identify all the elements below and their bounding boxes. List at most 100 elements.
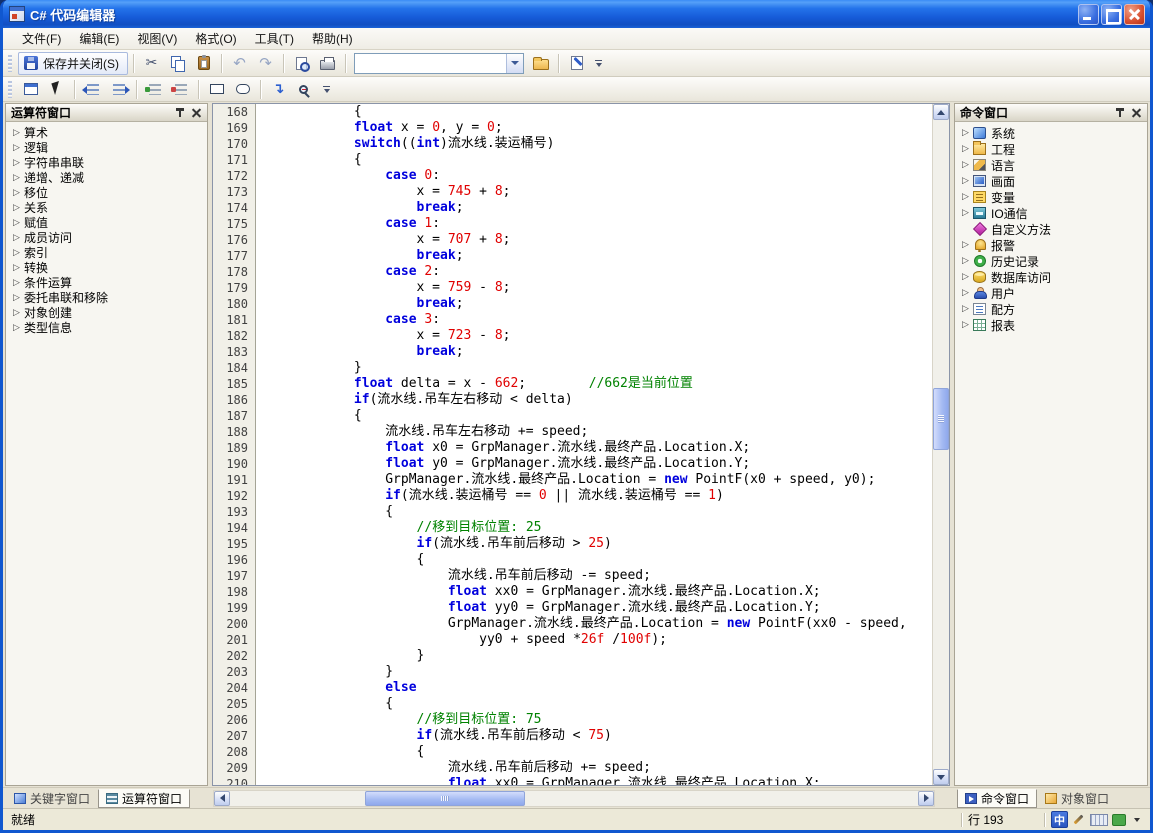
command-tree-item[interactable]: ▷变量 [955, 189, 1147, 205]
command-tree-item[interactable]: ▷报表 [955, 317, 1147, 333]
vertical-scroll-track[interactable] [933, 120, 949, 769]
expand-icon[interactable]: ▷ [11, 218, 22, 228]
operator-tree-item[interactable]: ▷对象创建 [6, 305, 207, 320]
operator-tree-item[interactable]: ▷成员访问 [6, 230, 207, 245]
expand-icon[interactable]: ▷ [960, 304, 971, 314]
zoom-button[interactable] [292, 78, 317, 101]
expand-icon[interactable]: ▷ [11, 128, 22, 138]
redo-button[interactable]: ↷ [253, 52, 278, 75]
menu-tools[interactable]: 工具(T) [246, 27, 303, 50]
expand-icon[interactable]: ▷ [11, 263, 22, 273]
operator-tree-item[interactable]: ▷转换 [6, 260, 207, 275]
pin-icon[interactable] [172, 106, 187, 120]
expand-icon[interactable]: ▷ [960, 208, 971, 218]
editor-vertical-scrollbar[interactable] [932, 104, 949, 785]
menu-help[interactable]: 帮助(H) [303, 27, 362, 50]
uncomment-button[interactable] [168, 78, 193, 101]
copy-button[interactable] [165, 52, 190, 75]
toolbar-options-button[interactable] [320, 78, 333, 100]
scroll-left-button[interactable] [214, 791, 230, 806]
expand-icon[interactable]: ▷ [960, 288, 971, 298]
expand-icon[interactable]: ▷ [960, 320, 971, 330]
code-area[interactable]: 168 {169 float x = 0, y = 0;170 switch((… [213, 104, 932, 785]
operator-tree-item[interactable]: ▷委托串联和移除 [6, 290, 207, 305]
operator-tree-item[interactable]: ▷赋值 [6, 215, 207, 230]
operator-tree-item[interactable]: ▷类型信息 [6, 320, 207, 335]
rectangle-button[interactable] [204, 78, 229, 101]
combobox-dropdown-button[interactable] [506, 54, 523, 73]
expand-icon[interactable]: ▷ [11, 188, 22, 198]
command-tree-item[interactable]: ▷IO通信 [955, 205, 1147, 221]
close-panel-icon[interactable] [1129, 106, 1144, 120]
expand-icon[interactable]: ▷ [11, 323, 22, 333]
menu-view[interactable]: 视图(V) [128, 27, 186, 50]
select-pointer-button[interactable] [44, 78, 69, 101]
expand-icon[interactable]: ▷ [11, 308, 22, 318]
save-and-close-button[interactable]: 保存并关闭(S) [18, 52, 128, 75]
undo-button[interactable]: ↶ [227, 52, 252, 75]
operator-tree-item[interactable]: ▷递增、递减 [6, 170, 207, 185]
expand-icon[interactable]: ▷ [11, 203, 22, 213]
ime-pen-icon[interactable] [1071, 811, 1086, 828]
operator-tree-item[interactable]: ▷条件运算 [6, 275, 207, 290]
scroll-up-button[interactable] [933, 104, 949, 120]
maximize-button[interactable] [1101, 4, 1122, 25]
command-tree-item[interactable]: ▷用户 [955, 285, 1147, 301]
combobox-value[interactable] [355, 54, 506, 73]
tab-command-window[interactable]: 命令窗口 [957, 789, 1037, 808]
menu-file[interactable]: 文件(F) [13, 27, 70, 50]
expand-icon[interactable]: ▷ [960, 192, 971, 202]
expand-icon[interactable]: ▷ [960, 240, 971, 250]
horizontal-scroll-track[interactable] [230, 791, 918, 806]
scroll-down-button[interactable] [933, 769, 949, 785]
command-tree-item[interactable]: ▷语言 [955, 157, 1147, 173]
print-preview-button[interactable] [289, 52, 314, 75]
quick-find-combobox[interactable] [354, 53, 524, 74]
command-tree-item[interactable]: 自定义方法 [955, 221, 1147, 237]
expand-icon[interactable]: ▷ [11, 278, 22, 288]
paste-button[interactable] [191, 52, 216, 75]
tab-keyword-window[interactable]: 关键字窗口 [6, 789, 98, 808]
close-button[interactable] [1124, 4, 1145, 25]
pin-icon[interactable] [1112, 106, 1127, 120]
operator-tree-item[interactable]: ▷算术 [6, 125, 207, 140]
rounded-rectangle-button[interactable] [230, 78, 255, 101]
expand-icon[interactable]: ▷ [11, 293, 22, 303]
command-tree-item[interactable]: ▷工程 [955, 141, 1147, 157]
tab-operator-window[interactable]: 运算符窗口 [98, 789, 190, 808]
expand-icon[interactable]: ▷ [960, 272, 971, 282]
ime-keyboard-icon[interactable] [1089, 811, 1108, 828]
expand-icon[interactable]: ▷ [11, 233, 22, 243]
operator-tree-item[interactable]: ▷逻辑 [6, 140, 207, 155]
close-panel-icon[interactable] [189, 106, 204, 120]
expand-icon[interactable]: ▷ [960, 256, 971, 266]
horizontal-scroll-thumb[interactable] [365, 791, 525, 806]
expand-icon[interactable]: ▷ [11, 158, 22, 168]
operator-tree-item[interactable]: ▷关系 [6, 200, 207, 215]
expand-icon[interactable]: ▷ [960, 176, 971, 186]
increase-indent-button[interactable] [106, 78, 131, 101]
cut-button[interactable]: ✂ [139, 52, 164, 75]
command-tree-item[interactable]: ▷配方 [955, 301, 1147, 317]
expand-icon[interactable]: ▷ [11, 143, 22, 153]
command-tree-item[interactable]: ▷历史记录 [955, 253, 1147, 269]
expand-icon[interactable]: ▷ [11, 248, 22, 258]
decrease-indent-button[interactable] [80, 78, 105, 101]
command-tree-item[interactable]: ▷数据库访问 [955, 269, 1147, 285]
expand-icon[interactable]: ▷ [11, 173, 22, 183]
menu-format[interactable]: 格式(O) [186, 27, 245, 50]
insert-form-button[interactable] [18, 78, 43, 101]
goto-line-button[interactable]: ↴ [266, 78, 291, 101]
operator-tree-item[interactable]: ▷移位 [6, 185, 207, 200]
editor-horizontal-scrollbar[interactable] [213, 790, 935, 807]
expand-icon[interactable]: ▷ [960, 128, 971, 138]
command-tree-item[interactable]: ▷报警 [955, 237, 1147, 253]
toolbar-grip[interactable] [8, 55, 12, 72]
title-bar[interactable]: C# 代码编辑器 [3, 0, 1150, 28]
vertical-scroll-thumb[interactable] [933, 388, 949, 450]
menu-edit[interactable]: 编辑(E) [70, 27, 128, 50]
toolbar-options-button[interactable] [592, 52, 605, 74]
open-file-button[interactable] [528, 52, 553, 75]
operator-tree-item[interactable]: ▷索引 [6, 245, 207, 260]
ime-chinese-badge[interactable]: 中 [1051, 811, 1068, 828]
